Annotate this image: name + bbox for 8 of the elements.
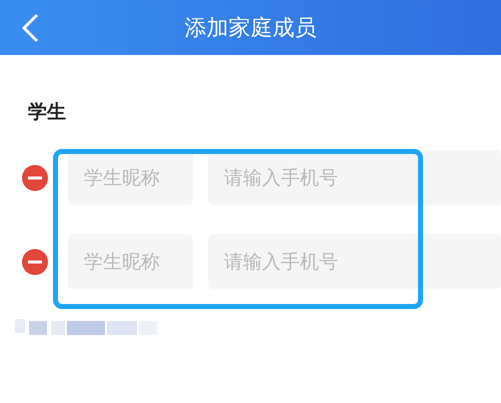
page-title: 添加家庭成员 [184, 14, 316, 42]
back-icon[interactable] [20, 13, 40, 43]
phone-field[interactable]: 请输入手机号 [208, 150, 501, 205]
remove-icon[interactable] [22, 164, 48, 190]
remove-icon[interactable] [22, 248, 48, 274]
nickname-field[interactable]: 学生昵称 [68, 234, 193, 289]
phone-field[interactable]: 请输入手机号 [208, 234, 501, 289]
section-label: 学生 [27, 100, 67, 125]
